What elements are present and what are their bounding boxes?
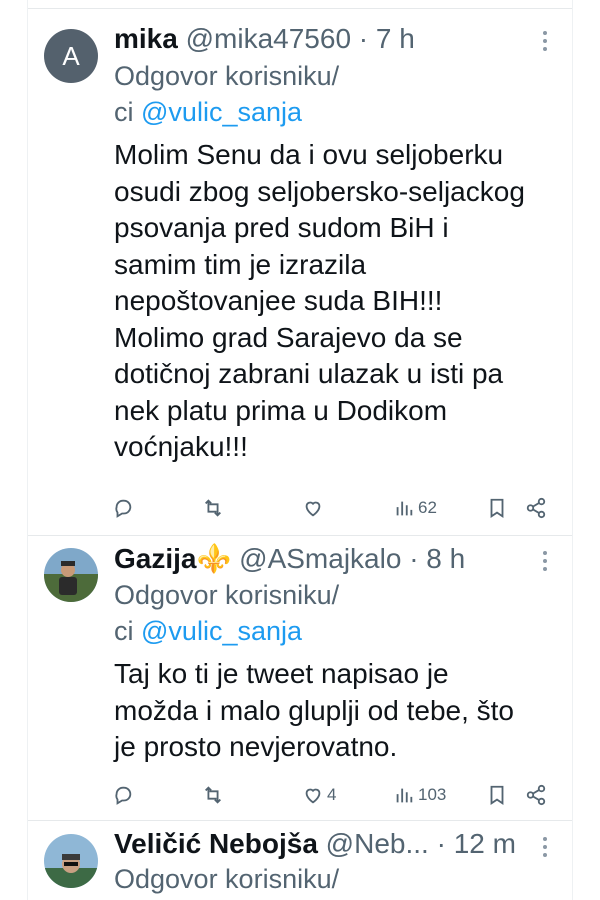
dot-separator: · xyxy=(436,828,446,859)
tweet-header: Veličić Nebojša @Neb... · 12 m xyxy=(114,827,516,861)
more-icon[interactable] xyxy=(535,834,555,864)
reply-prefix: Odgovor korisniku/ xyxy=(114,864,340,894)
tweet-velicic[interactable]: Veličić Nebojša @Neb... · 12 m Odgovor k… xyxy=(0,0,600,900)
avatar[interactable] xyxy=(44,834,98,888)
display-name[interactable]: Veličić Nebojša xyxy=(114,828,318,859)
timestamp[interactable]: 12 m xyxy=(454,828,516,859)
reply-context: Odgovor korisniku/ xyxy=(114,861,339,897)
user-handle[interactable]: @Neb... xyxy=(326,828,429,859)
